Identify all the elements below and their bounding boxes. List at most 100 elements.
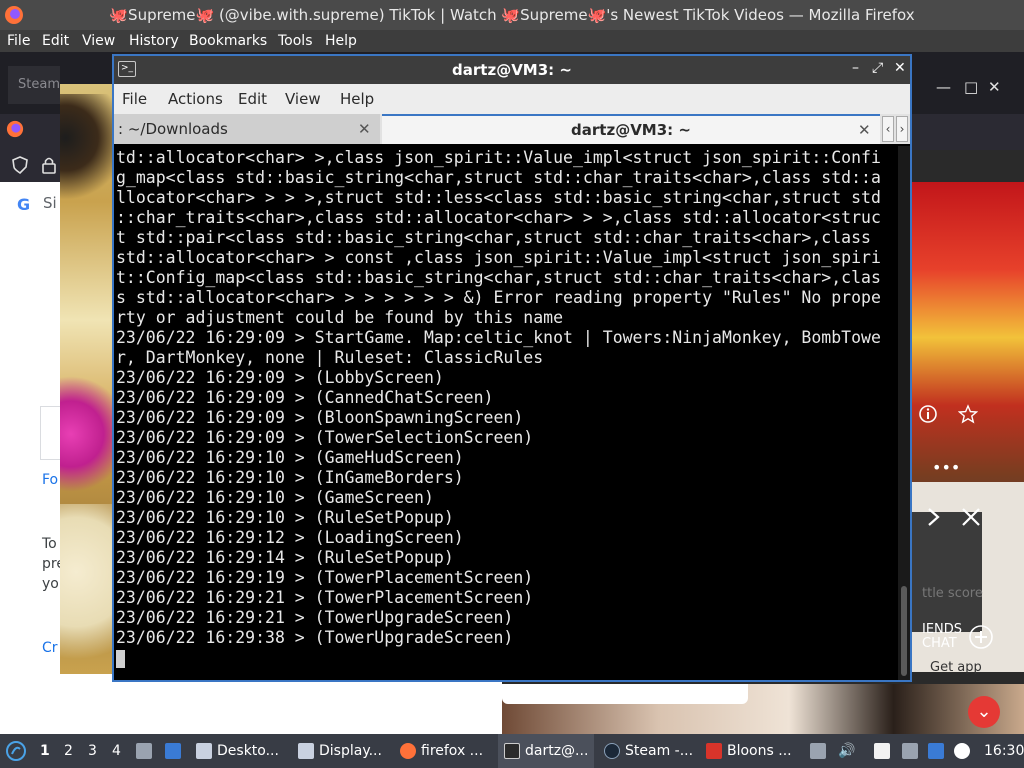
taskbar-app-firefox[interactable]: firefox ...: [400, 734, 483, 768]
workspace-4[interactable]: 4: [112, 734, 121, 768]
game-dark-panel: [912, 512, 982, 632]
menu-file[interactable]: File: [122, 84, 147, 114]
display-icon: [298, 743, 314, 759]
clipboard-icon[interactable]: [874, 743, 890, 759]
menu-bookmarks[interactable]: Bookmarks: [189, 30, 267, 52]
menu-help[interactable]: Help: [325, 30, 357, 52]
tab-scroll-buttons: ‹ ›: [882, 116, 910, 142]
terminal-line: t::Config_map<class std::basic_string<ch…: [116, 268, 881, 287]
game-art-shape: [60, 364, 114, 504]
clock: 16:30: [984, 743, 1024, 759]
menu-file[interactable]: File: [7, 30, 30, 52]
terminal-line: t std::pair<class std::basic_string<char…: [116, 228, 871, 247]
firefox-nav-icons: [0, 150, 60, 182]
taskbar-app-display[interactable]: Display...: [298, 734, 382, 768]
google-snippet-fo[interactable]: Fo: [42, 472, 58, 488]
taskbar-app-desktop[interactable]: Deskto...: [196, 734, 279, 768]
terminal-tabbar: : ~/Downloads ✕ dartz@VM3: ~ ✕ ‹ ›: [114, 114, 910, 144]
lock-icon[interactable]: [42, 156, 56, 174]
workspace-1[interactable]: 1: [40, 734, 50, 768]
google-sign-text[interactable]: Si: [43, 194, 57, 212]
chat-label[interactable]: CHAT: [922, 636, 957, 651]
files-icon[interactable]: [136, 743, 152, 759]
terminal-icon: [504, 743, 520, 759]
taskbar-app-steam[interactable]: Steam -...: [604, 734, 693, 768]
terminal-line: 23/06/22 16:29:09 > (TowerSelectionScree…: [116, 428, 534, 447]
menu-view[interactable]: View: [285, 84, 321, 114]
menu-actions[interactable]: Actions: [168, 84, 223, 114]
taskbar-app-bloons[interactable]: Bloons ...: [706, 734, 792, 768]
menu-edit[interactable]: Edit: [42, 30, 69, 52]
workspace-3[interactable]: 3: [88, 734, 97, 768]
start-menu-icon[interactable]: [6, 741, 26, 761]
workspace-2[interactable]: 2: [64, 734, 73, 768]
terminal-output[interactable]: td::allocator<char> >,class json_spirit:…: [114, 146, 898, 680]
taskbar-app-terminal[interactable]: dartz@...: [498, 734, 595, 768]
more-icon[interactable]: •••: [932, 458, 960, 477]
star-icon[interactable]: [958, 404, 978, 424]
game-score-label: ttle score: [922, 586, 983, 601]
trash-icon[interactable]: [810, 743, 826, 759]
next-icon[interactable]: [924, 506, 944, 528]
steam-icon: [604, 743, 620, 759]
terminal-titlebar[interactable]: >_ dartz@VM3: ~ – ⤢ ✕: [114, 56, 910, 84]
firefox-tab-steam[interactable]: Steam: [8, 66, 60, 104]
terminal-scrollbar[interactable]: [898, 146, 910, 680]
add-icon[interactable]: [968, 624, 994, 650]
firefox-window-controls: — □ ✕: [920, 78, 1024, 100]
firefox-menubar: File Edit View History Bookmarks Tools H…: [0, 30, 1024, 52]
display-settings-icon[interactable]: [902, 743, 918, 759]
terminal-window: >_ dartz@VM3: ~ – ⤢ ✕ File Actions Edit …: [112, 54, 912, 682]
show-desktop-icon[interactable]: [165, 743, 181, 759]
maximize-button[interactable]: ⤢: [872, 60, 883, 76]
close-tab-icon[interactable]: ✕: [358, 114, 371, 144]
volume-icon[interactable]: 🔊: [838, 734, 855, 768]
close-icon[interactable]: [960, 506, 982, 528]
terminal-text: td::allocator<char> >,class json_spirit:…: [116, 148, 881, 648]
firefox-titlebar: 🐙Supreme🐙 (@vibe.with.supreme) TikTok | …: [0, 0, 1024, 30]
info-icon[interactable]: [918, 404, 938, 424]
firefox-window-title: 🐙Supreme🐙 (@vibe.with.supreme) TikTok | …: [109, 6, 915, 24]
maximize-button[interactable]: □: [964, 78, 978, 96]
menu-view[interactable]: View: [82, 30, 115, 52]
chevron-right-icon[interactable]: ›: [896, 116, 908, 142]
terminal-line: 23/06/22 16:29:19 > (TowerPlacementScree…: [116, 568, 534, 587]
terminal-line: 23/06/22 16:29:09 > StartGame. Map:celti…: [116, 328, 881, 347]
scrollbar-thumb[interactable]: [901, 586, 907, 676]
minimize-button[interactable]: —: [936, 78, 951, 96]
tab-downloads[interactable]: : ~/Downloads ✕: [114, 114, 380, 144]
network-icon[interactable]: [928, 743, 944, 759]
google-logo-icon: G: [17, 195, 31, 214]
firefox-tab-icon: [6, 120, 24, 138]
terminal-line: 23/06/22 16:29:12 > (LoadingScreen): [116, 528, 464, 547]
google-bottom-bar: [502, 684, 748, 704]
menu-history[interactable]: History: [129, 30, 179, 52]
taskbar: 1 2 3 4 Deskto... Display... firefox ...…: [0, 734, 1024, 768]
minimize-button[interactable]: –: [852, 60, 859, 76]
game-art-shape: [60, 94, 114, 204]
tab-home[interactable]: dartz@VM3: ~ ✕: [382, 114, 880, 144]
menu-help[interactable]: Help: [340, 84, 374, 114]
scroll-down-icon[interactable]: ⌄: [968, 696, 1000, 728]
close-button[interactable]: ✕: [894, 60, 906, 76]
chevron-left-icon[interactable]: ‹: [882, 116, 894, 142]
close-tab-icon[interactable]: ✕: [858, 116, 871, 144]
tab-label: : ~/Downloads: [118, 120, 228, 138]
terminal-line: 23/06/22 16:29:38 > (TowerUpgradeScreen): [116, 628, 514, 647]
get-app-label[interactable]: Get app: [930, 660, 982, 675]
steam-tray-icon[interactable]: [954, 743, 970, 759]
terminal-cursor: [116, 650, 125, 668]
menu-edit[interactable]: Edit: [238, 84, 267, 114]
terminal-window-title: dartz@VM3: ~: [452, 61, 572, 79]
close-button[interactable]: ✕: [988, 78, 1001, 96]
shield-icon[interactable]: [12, 156, 28, 174]
google-snippet-to: To: [42, 536, 57, 552]
google-snippet-cr[interactable]: Cr: [42, 640, 58, 656]
menu-tools[interactable]: Tools: [278, 30, 313, 52]
game-art-shape: [60, 504, 114, 674]
terminal-line: 23/06/22 16:29:09 > (LobbyScreen): [116, 368, 444, 387]
friends-label[interactable]: IENDS: [922, 622, 962, 637]
bloons-icon: [706, 743, 722, 759]
tab-label: dartz@VM3: ~: [571, 121, 691, 139]
game-art-left: [60, 84, 114, 674]
